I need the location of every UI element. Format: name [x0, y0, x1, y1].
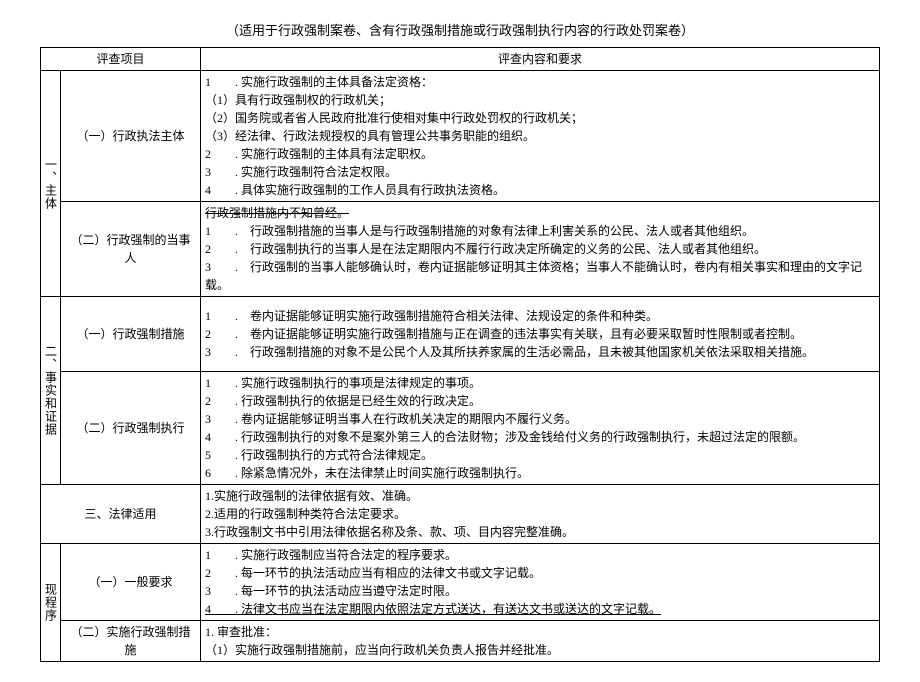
section3-label: 三、法律适用 — [41, 485, 201, 544]
section1-row1-content: 1 . 实施行政强制的主体具备法定资格： （1）具有行政强制权的行政机关； （2… — [201, 71, 880, 202]
header-col1: 评查项目 — [41, 48, 201, 71]
section4-row1-label: （一）一般要求 — [61, 544, 201, 621]
section2-label: 二、事实和证据 — [41, 297, 61, 485]
section1-label: 一、主体 — [41, 71, 61, 297]
header-row: 评查项目 评查内容和要求 — [41, 48, 880, 71]
section4-row1-content: 1 . 实施行政强制应当符合法定的程序要求。 2 . 每一环节的执法活动应当有相… — [201, 544, 880, 621]
section2-row2-content: 1 . 实施行政强制执行的事项是法律规定的事项。 2 . 行政强制执行的依据是已… — [201, 372, 880, 485]
header-col2: 评查内容和要求 — [201, 48, 880, 71]
section4-label: 现程序 — [41, 544, 61, 662]
section4-row2-content: 1. 审查批准： （1）实施行政强制措施前，应当向行政机关负责人报告并经批准。 — [201, 621, 880, 662]
section2-row1-content: 1 . 卷内证据能够证明实施行政强制措施符合相关法律、法规设定的条件和种类。 2… — [201, 297, 880, 372]
section1-row1-label: （一）行政执法主体 — [61, 71, 201, 202]
section2-row2-label: （二）行政强制执行 — [61, 372, 201, 485]
section2-row1-label: （一）行政强制措施 — [61, 297, 201, 372]
section4-row2-label: （二）实施行政强制措施 — [61, 621, 201, 662]
evaluation-table: 评查项目 评查内容和要求 一、主体 （一）行政执法主体 1 . 实施行政强制的主… — [40, 47, 880, 662]
section1-row2-content: 行政强制措施内不知曾经。 1 . 行政强制措施的当事人是与行政强制措施的对象有法… — [201, 202, 880, 297]
section1-row2-label: （二）行政强制的当事人 — [61, 202, 201, 297]
document-subtitle: （适用于行政强制案卷、含有行政强制措施或行政强制执行内容的行政处罚案卷） — [40, 20, 880, 39]
section3-content: 1.实施行政强制的法律依据有效、准确。 2.适用的行政强制种类符合法定要求。 3… — [201, 485, 880, 544]
